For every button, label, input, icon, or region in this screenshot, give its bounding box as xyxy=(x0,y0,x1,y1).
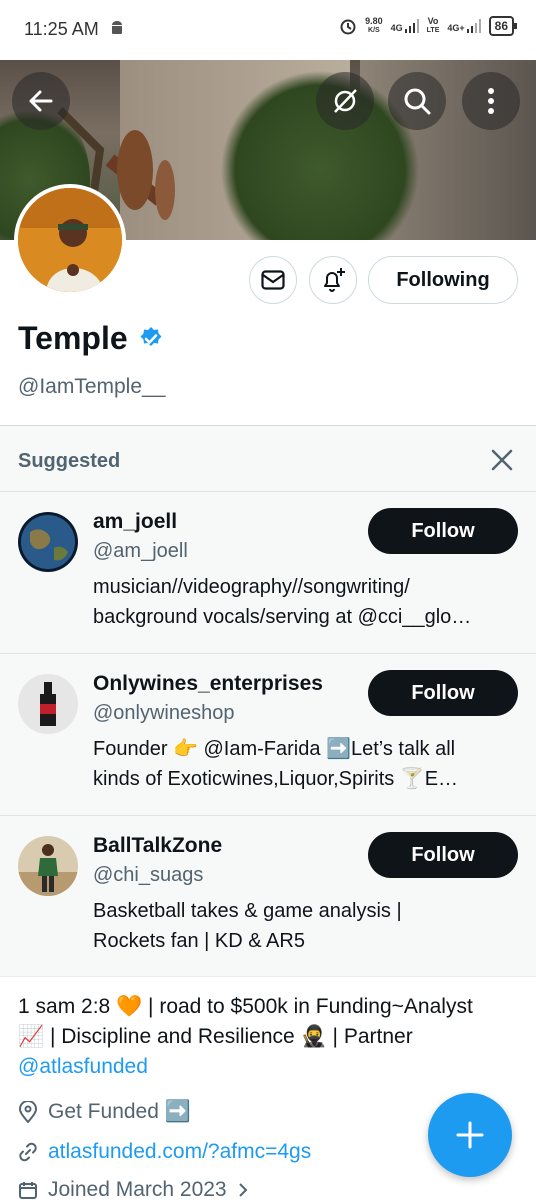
suggested-bio: Founder 👉 @Iam-Farida ➡️Let’s talk all k… xyxy=(93,734,523,794)
status-time: 11:25 AM xyxy=(24,19,99,39)
follow-button[interactable]: Follow xyxy=(368,670,518,716)
follow-button[interactable]: Follow xyxy=(368,508,518,554)
close-icon[interactable] xyxy=(490,448,514,472)
avatar-image xyxy=(18,188,122,292)
suggested-bio: Basketball takes & game analysis | Rocke… xyxy=(93,896,523,956)
wine-bottle-avatar-image xyxy=(18,674,78,734)
verified-badge-icon xyxy=(140,326,162,346)
battery-icon: 86 xyxy=(488,16,518,36)
suggested-user-balltalkzone[interactable]: BallTalkZone @chi_suags Follow Basketbal… xyxy=(0,816,536,976)
more-options-button[interactable] xyxy=(462,72,520,130)
arrow-left-icon xyxy=(29,90,53,112)
signal-2: 4G+ xyxy=(447,19,481,33)
suggested-bio-line: Rockets fan | KD & AR5 xyxy=(93,930,305,952)
person-avatar-image xyxy=(18,836,78,896)
mail-icon xyxy=(261,270,285,290)
notifications-button[interactable] xyxy=(309,256,357,304)
bio-mention-link[interactable]: @atlasfunded xyxy=(18,1052,528,1082)
signal-icon xyxy=(404,19,419,33)
net-speed: 9.80 K/S xyxy=(365,16,383,35)
search-icon xyxy=(404,88,431,115)
joined-text: Joined March 2023 xyxy=(48,1178,227,1200)
profile-handle: @IamTemple__ xyxy=(18,375,166,398)
compose-button[interactable] xyxy=(428,1093,512,1177)
joined-row[interactable]: Joined March 2023 xyxy=(18,1178,249,1200)
suggested-panel: Suggested am_joell @am_joell Follow musi… xyxy=(0,425,536,977)
suggested-avatar xyxy=(18,674,78,734)
status-bar: 11:25 AM 9.80 K/S 4G Vo LTE 4G+ 86 xyxy=(0,0,536,60)
suggested-bio-line: musician//videography//songwriting/ xyxy=(93,576,410,598)
suggested-title: Suggested xyxy=(18,450,121,472)
suggested-handle: @onlywineshop xyxy=(93,702,235,724)
following-button[interactable]: Following xyxy=(368,256,518,304)
signal-1: 4G xyxy=(391,19,419,33)
bio-line: 1 sam 2:8 🧡 | road to $500k in Funding~A… xyxy=(18,995,473,1018)
message-button[interactable] xyxy=(249,256,297,304)
bio-line: 📈 | Discipline and Resilience 🥷 | Partne… xyxy=(18,1025,413,1048)
suggested-bio-line: Basketball takes & game analysis | xyxy=(93,900,402,922)
earth-avatar-image xyxy=(18,512,78,572)
suggested-name: BallTalkZone xyxy=(93,834,223,857)
website-row: atlasfunded.com/?afmc=4gs xyxy=(18,1140,311,1164)
back-button[interactable] xyxy=(12,72,70,130)
location-pin-icon xyxy=(18,1101,38,1123)
chevron-right-icon xyxy=(238,1183,248,1197)
profile-avatar[interactable] xyxy=(14,184,126,296)
search-button[interactable] xyxy=(388,72,446,130)
suggested-user-onlywines[interactable]: Onlywines_enterprises @onlywineshop Foll… xyxy=(0,654,536,814)
suggested-bio: musician//videography//songwriting/ back… xyxy=(93,572,523,632)
suggested-user-am-joell[interactable]: am_joell @am_joell Follow musician//vide… xyxy=(0,492,536,652)
suggested-avatar xyxy=(18,836,78,896)
signal-icon-2 xyxy=(466,19,481,33)
website-link[interactable]: atlasfunded.com/?afmc=4gs xyxy=(48,1140,311,1164)
suggested-handle: @chi_suags xyxy=(93,864,204,886)
calendar-icon xyxy=(19,1182,37,1199)
more-vertical-icon xyxy=(488,88,494,114)
follow-button[interactable]: Follow xyxy=(368,832,518,878)
plus-icon xyxy=(456,1121,484,1149)
grok-icon xyxy=(334,89,357,113)
suggested-bio-line: background vocals/serving at @cci__glo… xyxy=(93,606,472,628)
profile-bio: 1 sam 2:8 🧡 | road to $500k in Funding~A… xyxy=(18,992,528,1082)
suggested-name: Onlywines_enterprises xyxy=(93,672,323,695)
grok-button[interactable] xyxy=(316,72,374,130)
profile-name-row: Temple xyxy=(18,320,164,357)
android-icon xyxy=(112,21,122,34)
suggested-name: am_joell xyxy=(93,510,178,533)
link-icon xyxy=(19,1142,37,1162)
suggested-avatar xyxy=(18,512,78,572)
location-text: Get Funded ➡️ xyxy=(48,1100,191,1123)
profile-name: Temple xyxy=(18,320,128,356)
suggested-handle: @am_joell xyxy=(93,540,188,562)
suggested-bio-line: Founder 👉 @Iam-Farida ➡️Let’s talk all xyxy=(93,738,456,760)
location-row: Get Funded ➡️ xyxy=(18,1100,191,1124)
suggested-bio-line: kinds of Exoticwines,Liquor,Spirits 🍸E… xyxy=(93,768,459,790)
bell-plus-icon xyxy=(324,268,345,292)
volte-badge: Vo LTE xyxy=(426,16,440,35)
alarm-icon xyxy=(340,19,356,35)
status-icons: 9.80 K/S 4G Vo LTE 4G+ 86 xyxy=(339,16,518,36)
